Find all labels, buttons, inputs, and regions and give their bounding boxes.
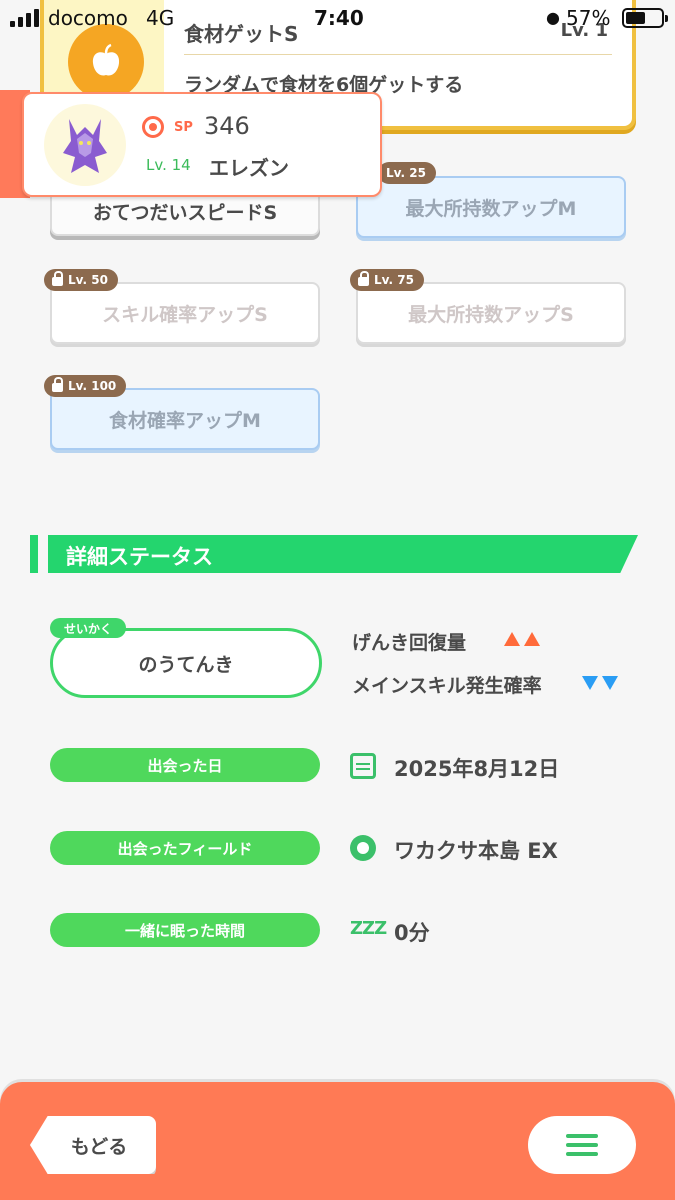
nature-down-effect: メインスキル発生確率 [352, 675, 542, 697]
lock-icon [52, 271, 63, 286]
lock-icon [52, 377, 63, 392]
nature-box: のうてんき [50, 628, 322, 698]
met-field-label: 出会ったフィールド [50, 831, 320, 865]
pokemon-header-card: SP 346 Lv. 14 エレズン [22, 92, 382, 197]
down-arrow-icon [582, 676, 598, 690]
subskill-level-tag: Lv. 100 [44, 375, 127, 397]
nature-value: のうてんき [138, 653, 234, 676]
subskill-5[interactable]: 食材確率アップM [50, 388, 320, 450]
sp-icon [142, 116, 164, 138]
divider [184, 54, 612, 55]
level-tag-text: Lv. 50 [68, 273, 108, 287]
lock-icon [358, 271, 369, 286]
level-tag-text: Lv. 100 [68, 379, 117, 393]
carrier-label: docomo [48, 6, 128, 30]
pokemon-level: Lv. 14 [146, 156, 191, 174]
battery-icon [622, 8, 668, 28]
pokemon-name: エレズン [209, 156, 289, 180]
subskill-label: おてつだいスピードS [92, 201, 278, 224]
details-section-header: 詳細ステータス [30, 535, 640, 573]
clock: 7:40 [314, 6, 364, 30]
back-button-label: もどる [70, 1135, 128, 1158]
signal-icon [10, 9, 39, 27]
pokemon-avatar [44, 104, 126, 186]
back-button[interactable]: もどる [30, 1116, 156, 1174]
subskill-4[interactable]: 最大所持数アップS [356, 282, 626, 344]
level-tag-text: Lv. 25 [386, 166, 426, 180]
subskill-level-tag: Lv. 50 [44, 269, 118, 291]
sleep-time-label: 一緒に眠った時間 [50, 913, 320, 947]
nature-up-effect: げんき回復量 [352, 632, 467, 654]
subskill-level-tag: Lv. 25 [378, 162, 436, 184]
subskill-3[interactable]: スキル確率アップS [50, 282, 320, 344]
sp-label: SP [174, 120, 193, 135]
met-date-label: 出会った日 [50, 748, 320, 782]
person-icon: ● [546, 8, 560, 27]
battery-fill [626, 12, 645, 24]
up-arrow-icon [504, 632, 520, 646]
nature-tag: せいかく [50, 618, 127, 638]
subskill-label: 最大所持数アップM [405, 197, 577, 220]
network-label: 4G [146, 6, 175, 30]
sleep-zzz-icon: ZZZ [350, 918, 387, 939]
section-title: 詳細ステータス [66, 545, 213, 569]
calendar-icon [350, 753, 376, 779]
status-bar: docomo 4G 7:40 ● 57% [0, 0, 675, 36]
menu-button[interactable] [528, 1116, 636, 1174]
battery-percent: 57% [566, 6, 611, 30]
subskill-label: 最大所持数アップS [408, 303, 574, 326]
subskill-label: スキル確率アップS [102, 303, 268, 326]
up-arrow-icon [524, 632, 540, 646]
hamburger-icon [566, 1134, 598, 1138]
met-date-value: 2025年8月12日 [394, 757, 560, 781]
down-arrow-icon [602, 676, 618, 690]
met-field-value: ワカクサ本島 EX [394, 839, 558, 863]
subskill-label: 食材確率アップM [109, 409, 261, 432]
subskill-2[interactable]: 最大所持数アップM [356, 176, 626, 238]
level-tag-text: Lv. 75 [374, 273, 414, 287]
location-pin-icon [350, 835, 376, 861]
subskill-level-tag: Lv. 75 [350, 269, 424, 291]
sp-value: 346 [204, 112, 250, 140]
sleep-time-value: 0分 [394, 921, 430, 945]
